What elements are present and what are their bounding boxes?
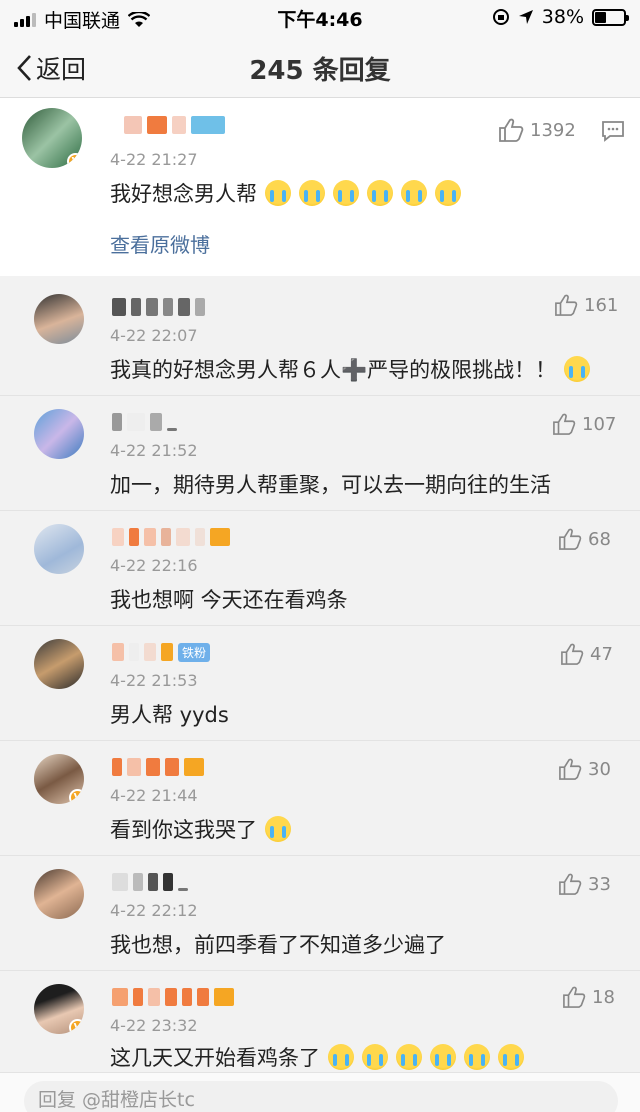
thumbs-up-icon <box>559 873 582 895</box>
reply-time: 4-22 22:16 <box>110 556 198 575</box>
list-item: 4-22 22:12 我也想，前四季看了不知道多少遍了 33 <box>0 857 640 971</box>
crying-emoji-icon <box>396 1044 422 1070</box>
like-count: 107 <box>582 413 617 435</box>
verified-badge: V <box>69 789 84 804</box>
avatar[interactable]: V <box>34 754 84 804</box>
reply-time: 4-22 21:53 <box>110 671 198 690</box>
reply-text: 加一，期待男人帮重聚，可以去一期向往的生活 <box>110 473 551 497</box>
crying-emoji-icon <box>464 1044 490 1070</box>
crying-emoji-icon <box>367 180 393 206</box>
avatar[interactable]: V <box>34 984 84 1034</box>
crying-emoji-icon <box>401 180 427 206</box>
thumbs-up-icon <box>555 294 578 316</box>
reply-text: 我也想，前四季看了不知道多少遍了 <box>110 933 446 957</box>
like-button[interactable]: 1392 <box>498 118 576 142</box>
like-count: 30 <box>588 758 611 780</box>
reply-text: 看到你这我哭了 <box>110 814 291 844</box>
list-item: 4-22 21:52 加一，期待男人帮重聚，可以去一期向往的生活 107 <box>0 397 640 511</box>
crying-emoji-icon <box>299 180 325 206</box>
comment-icon[interactable] <box>601 120 625 142</box>
username-blurred[interactable] <box>112 411 177 433</box>
username-blurred[interactable] <box>124 114 225 136</box>
location-icon <box>518 10 533 24</box>
reply-text: 这几天又开始看鸡条了 <box>110 1042 524 1072</box>
verified-badge: V <box>67 153 82 168</box>
like-button[interactable]: 107 <box>552 413 616 435</box>
like-button[interactable]: 68 <box>558 528 611 550</box>
username-blurred[interactable] <box>112 526 230 548</box>
username-blurred[interactable] <box>112 756 204 778</box>
fan-badge: 铁粉 <box>178 642 211 662</box>
thumbs-up-icon <box>563 986 586 1008</box>
battery-icon <box>592 8 629 26</box>
thumbs-up-icon <box>559 758 582 780</box>
username-blurred[interactable]: 铁粉 <box>112 641 211 663</box>
reply-text: 男人帮 yyds <box>110 703 229 727</box>
like-button[interactable]: 30 <box>558 758 611 780</box>
reply-time: 4-22 21:52 <box>110 441 198 460</box>
battery-label: 38% <box>541 6 584 28</box>
avatar[interactable] <box>34 294 84 344</box>
like-count: 161 <box>584 294 619 316</box>
view-original-link[interactable]: 查看原微博 <box>110 229 210 258</box>
post-text: 我好想念男人帮 <box>110 178 461 208</box>
orientation-lock-icon <box>492 9 509 25</box>
list-item: 4-22 22:16 我也想啊 今天还在看鸡条 68 <box>0 512 640 626</box>
like-button[interactable]: 161 <box>554 294 618 316</box>
thumbs-up-icon <box>499 118 524 142</box>
reply-text: 我也想啊 今天还在看鸡条 <box>110 588 348 612</box>
username-blurred[interactable] <box>112 296 205 318</box>
crying-emoji-icon <box>265 816 291 842</box>
crying-emoji-icon <box>564 356 591 382</box>
crying-emoji-icon <box>328 1044 354 1070</box>
like-button[interactable]: 18 <box>562 986 615 1008</box>
crying-emoji-icon <box>265 180 291 206</box>
like-count: 68 <box>588 528 611 550</box>
avatar[interactable] <box>34 869 84 919</box>
thumbs-up-icon <box>561 643 584 665</box>
reply-time: 4-22 21:44 <box>110 786 198 805</box>
reply-time: 4-22 22:07 <box>110 326 198 345</box>
crying-emoji-icon <box>333 180 359 206</box>
avatar[interactable] <box>34 524 84 574</box>
post-time: 4-22 21:27 <box>110 150 198 169</box>
avatar[interactable] <box>34 409 84 459</box>
crying-emoji-icon <box>362 1044 388 1070</box>
list-item: 铁粉 4-22 21:53 男人帮 yyds 47 <box>0 627 640 741</box>
thumbs-up-icon <box>559 528 582 550</box>
username-blurred[interactable] <box>112 986 234 1008</box>
reply-text: 我真的好想念男人帮６人➕严导的极限挑战！！ <box>110 354 591 384</box>
status-bar: 中国联通 下午4:46 38% <box>0 0 640 34</box>
like-button[interactable]: 47 <box>560 643 613 665</box>
page-title: 245 条回复 <box>249 56 391 86</box>
crying-emoji-icon <box>430 1044 456 1070</box>
reply-bar: 回复 @甜橙店长tc <box>0 1072 640 1112</box>
thumbs-up-icon <box>553 413 576 435</box>
crying-emoji-icon <box>435 180 461 206</box>
original-post: V 4-22 21:27 1392 我好想念男人帮 查看原微博 <box>0 98 640 276</box>
list-item: 4-22 22:07 我真的好想念男人帮６人➕严导的极限挑战！！ 161 <box>0 282 640 396</box>
list-item: V 4-22 23:32 这几天又开始看鸡条了 18 <box>0 972 640 1072</box>
reply-time: 4-22 23:32 <box>110 1016 198 1035</box>
reply-input[interactable]: 回复 @甜橙店长tc <box>24 1081 618 1112</box>
avatar[interactable] <box>34 639 84 689</box>
list-item: V 4-22 21:44 看到你这我哭了 30 <box>0 742 640 856</box>
like-count: 1392 <box>530 119 576 141</box>
like-count: 33 <box>588 873 611 895</box>
verified-badge: V <box>69 1019 84 1034</box>
nav-bar: 返回 245 条回复 <box>0 34 640 98</box>
like-button[interactable]: 33 <box>558 873 611 895</box>
crying-emoji-icon <box>498 1044 524 1070</box>
like-count: 18 <box>592 986 615 1008</box>
avatar[interactable]: V <box>22 108 82 168</box>
reply-time: 4-22 22:12 <box>110 901 198 920</box>
username-blurred[interactable] <box>112 871 188 893</box>
like-count: 47 <box>590 643 613 665</box>
